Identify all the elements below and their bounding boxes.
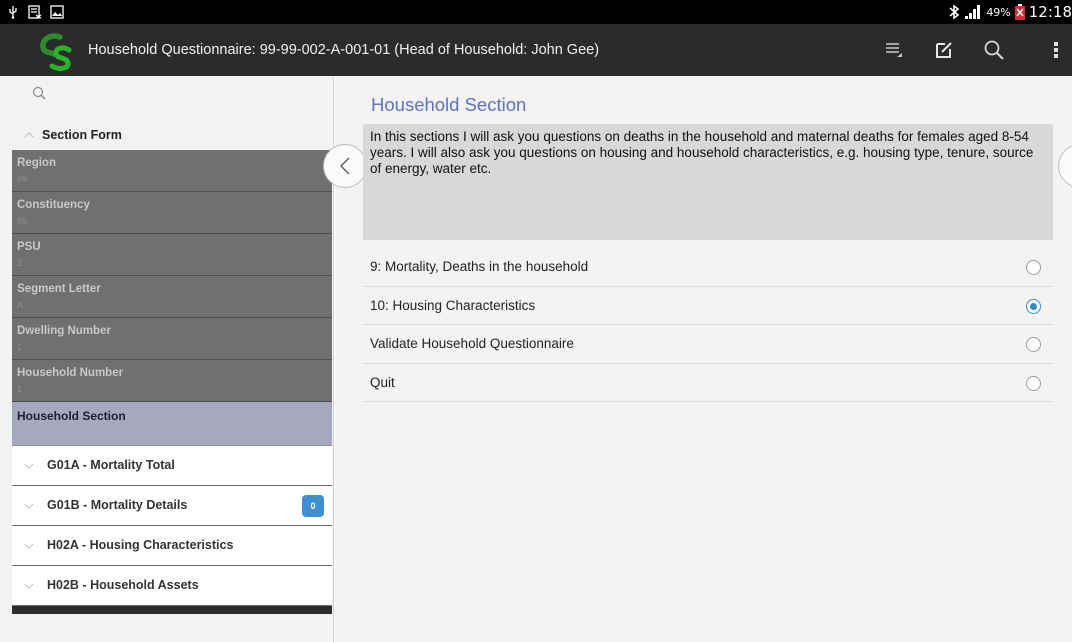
battery-icon bbox=[1014, 4, 1025, 20]
field-label: Constituency bbox=[17, 199, 90, 211]
field-item-household-number[interactable]: Household Number 1 bbox=[12, 360, 332, 402]
status-left-icons bbox=[6, 2, 64, 22]
group-label: H02A - Housing Characteristics bbox=[47, 538, 234, 552]
search-button[interactable] bbox=[978, 34, 1010, 66]
chevron-down-icon bbox=[24, 583, 34, 589]
battery-percent: 49% bbox=[986, 5, 1011, 19]
field-item-region[interactable]: Region 99 bbox=[12, 150, 332, 192]
occurrence-count-badge: 0 bbox=[302, 495, 324, 517]
question-text: In this sections I will ask you question… bbox=[370, 129, 1034, 176]
overflow-menu-button[interactable] bbox=[1040, 34, 1072, 66]
field-value: 99 bbox=[17, 216, 28, 226]
usb-icon bbox=[9, 6, 17, 19]
radio-button-selected[interactable] bbox=[1026, 298, 1041, 314]
section-form-header[interactable]: Section Form bbox=[0, 120, 332, 150]
option-validate-questionnaire[interactable]: Validate Household Questionnaire bbox=[363, 325, 1053, 364]
section-form-label: Section Form bbox=[42, 128, 122, 142]
option-label: 9: Mortality, Deaths in the household bbox=[370, 259, 589, 274]
radio-button[interactable] bbox=[1026, 337, 1041, 352]
group-item-h02b[interactable]: H02B - Household Assets bbox=[12, 566, 332, 606]
question-text-box: In this sections I will ask you question… bbox=[363, 124, 1053, 240]
option-housing-characteristics[interactable]: 10: Housing Characteristics bbox=[363, 287, 1053, 325]
field-value: 99 bbox=[17, 174, 28, 184]
signal-icon bbox=[965, 5, 981, 19]
image-icon bbox=[50, 5, 64, 19]
action-bar: Household Questionnaire: 99-99-002-A-001… bbox=[0, 24, 1072, 76]
debug-icon bbox=[28, 5, 42, 19]
edit-icon bbox=[936, 42, 952, 58]
group-label: G01A - Mortality Total bbox=[47, 458, 175, 472]
field-item-dwelling-number[interactable]: Dwelling Number 1 bbox=[12, 318, 332, 360]
app-logo[interactable] bbox=[36, 30, 78, 72]
option-quit[interactable]: Quit bbox=[363, 364, 1053, 402]
app-title: Household Questionnaire: 99-99-002-A-001… bbox=[88, 42, 600, 58]
radio-button[interactable] bbox=[1026, 260, 1041, 275]
field-label: Segment Letter bbox=[17, 283, 101, 295]
bluetooth-icon bbox=[949, 4, 960, 20]
chevron-down-icon bbox=[24, 543, 34, 549]
case-tree-sidebar: Section Form Region 99 Constituency 99 P… bbox=[0, 76, 334, 642]
field-label: Region bbox=[17, 157, 56, 169]
id-field-list: Region 99 Constituency 99 PSU 2 Segment … bbox=[12, 150, 332, 446]
sidebar-divider bbox=[12, 606, 332, 614]
tree-search-icon[interactable] bbox=[30, 84, 50, 104]
toc-button[interactable] bbox=[878, 34, 910, 66]
field-value: A bbox=[17, 300, 24, 310]
edit-button[interactable] bbox=[928, 34, 960, 66]
toc-icon bbox=[886, 43, 902, 57]
chevron-down-icon bbox=[24, 463, 34, 469]
group-list: G01A - Mortality Total G01B - Mortality … bbox=[12, 446, 332, 606]
option-label: Validate Household Questionnaire bbox=[370, 336, 574, 351]
response-options: 9: Mortality, Deaths in the household 10… bbox=[363, 248, 1053, 402]
search-icon bbox=[984, 40, 1004, 60]
group-label: G01B - Mortality Details bbox=[47, 498, 188, 512]
group-label: H02B - Household Assets bbox=[47, 578, 199, 592]
chevron-up-icon bbox=[24, 132, 34, 138]
field-item-constituency[interactable]: Constituency 99 bbox=[12, 192, 332, 234]
field-value: 1 bbox=[17, 342, 23, 352]
next-field-button[interactable] bbox=[1058, 144, 1072, 188]
field-label: Dwelling Number bbox=[17, 325, 111, 337]
option-mortality[interactable]: 9: Mortality, Deaths in the household bbox=[363, 248, 1053, 287]
group-item-h02a[interactable]: H02A - Housing Characteristics bbox=[12, 526, 332, 566]
radio-button[interactable] bbox=[1026, 375, 1041, 391]
sidebar-item-household-section[interactable]: Household Section bbox=[12, 402, 332, 446]
overflow-menu-icon bbox=[1054, 42, 1058, 58]
status-bar: 49% 12:18 bbox=[0, 0, 1072, 24]
field-value: 1 bbox=[17, 384, 23, 394]
field-item-psu[interactable]: PSU 2 bbox=[12, 234, 332, 276]
previous-field-button[interactable] bbox=[323, 144, 367, 188]
clock: 12:18 bbox=[1028, 3, 1072, 21]
status-right: 49% 12:18 bbox=[948, 0, 1072, 24]
chevron-down-icon bbox=[24, 503, 34, 509]
field-item-segment-letter[interactable]: Segment Letter A bbox=[12, 276, 332, 318]
question-panel: Household Section In this sections I wil… bbox=[323, 76, 1072, 642]
active-item-label: Household Section bbox=[17, 409, 126, 423]
field-value: 2 bbox=[17, 258, 23, 268]
group-item-g01b[interactable]: G01B - Mortality Details 0 bbox=[12, 486, 332, 526]
field-label: PSU bbox=[17, 241, 41, 253]
field-label: Household Number bbox=[17, 367, 124, 379]
option-label: Quit bbox=[370, 374, 395, 390]
option-label: 10: Housing Characteristics bbox=[370, 297, 536, 313]
group-item-g01a[interactable]: G01A - Mortality Total bbox=[12, 446, 332, 486]
chevron-left-icon bbox=[340, 157, 350, 175]
section-heading: Household Section bbox=[371, 94, 527, 115]
